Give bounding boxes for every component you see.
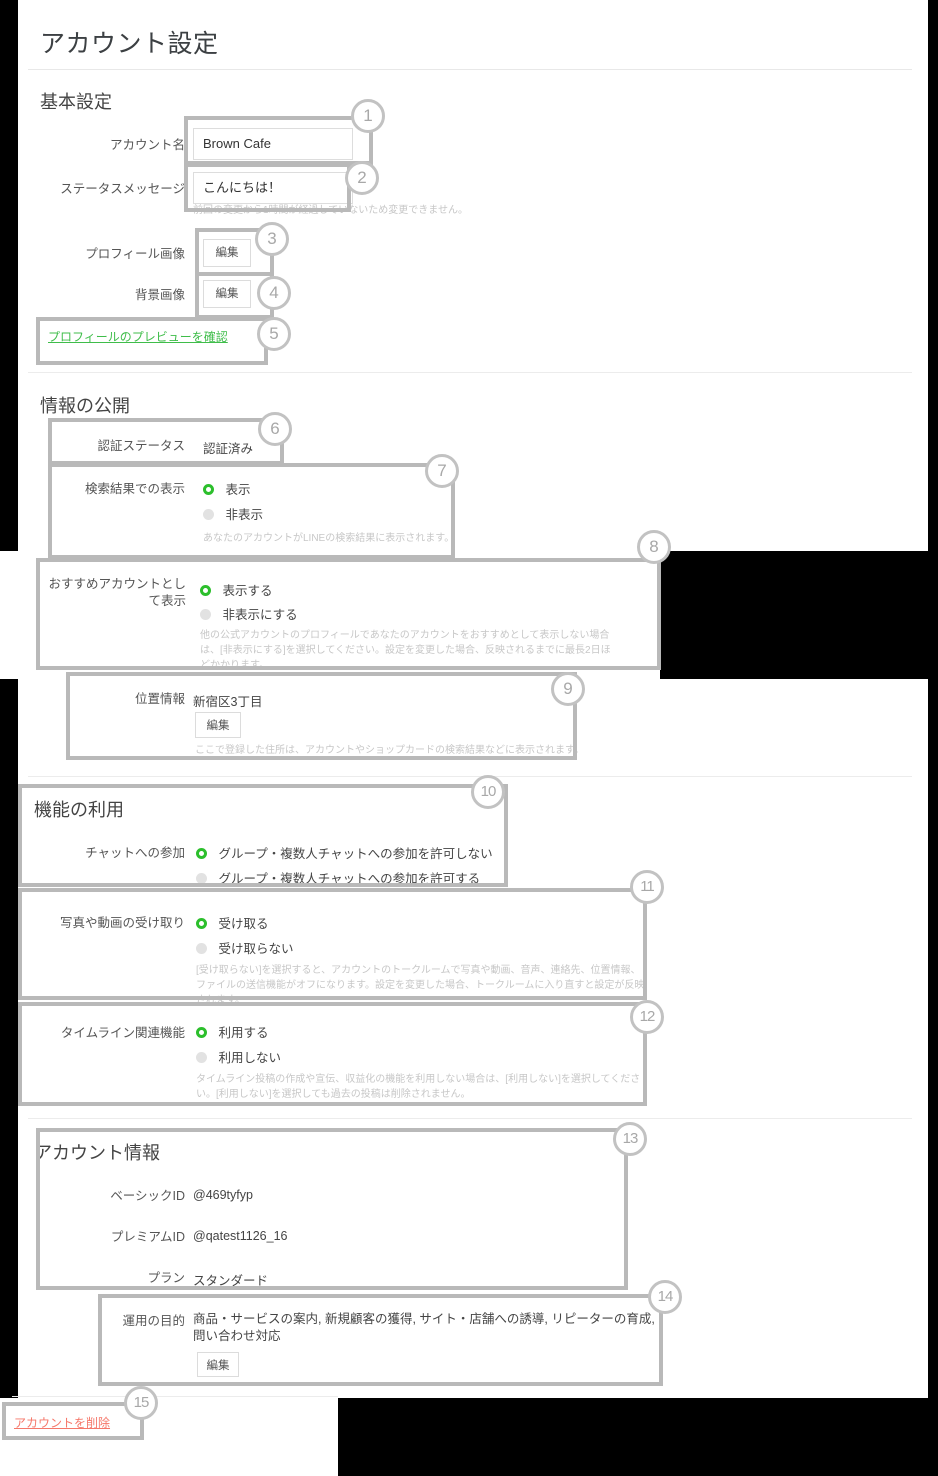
radio-label: グループ・複数人チャットへの参加を許可する [218,872,481,886]
recommended-option-hide[interactable]: 非表示にする [200,604,298,624]
radio-selected-icon [196,848,207,859]
location-edit-button[interactable]: 編集 [195,712,241,738]
label-background-image: 背景画像 [134,288,185,302]
timeline-option-disable[interactable]: 利用しない [196,1047,281,1067]
purpose-edit-button[interactable]: 編集 [197,1352,239,1377]
radio-label: 利用する [218,1026,269,1040]
basic-id-value: @469tyfyp [193,1188,253,1202]
chat-join-option-allow[interactable]: グループ・複数人チャットへの参加を許可する [196,868,480,888]
search-display-option-show[interactable]: 表示 [203,479,250,499]
section-divider-features [28,1118,912,1119]
search-display-option-hide[interactable]: 非表示 [203,504,263,524]
label-plan: プラン [147,1271,185,1285]
search-display-note: あなたのアカウントがLINEの検索結果に表示されます。 [203,533,455,544]
chat-join-option-deny[interactable]: グループ・複数人チャットへの参加を許可しない [196,843,493,863]
radio-label: 利用しない [218,1051,281,1065]
label-profile-image: プロフィール画像 [85,247,185,261]
label-premium-id: プレミアムID [110,1230,185,1244]
label-chat-join: チャットへの参加 [85,846,185,860]
radio-label: 表示 [225,483,251,497]
radio-label: 受け取る [218,917,269,931]
radio-label: 表示する [222,584,273,598]
section-divider-disclosure [28,776,912,777]
radio-label: グループ・複数人チャットへの参加を許可しない [218,847,493,861]
timeline-note: タイムライン投稿の作成や宣伝、収益化の機能を利用しない場合は、[利用しない]を選… [196,1074,641,1100]
label-status-message: ステータスメッセージ [60,182,185,196]
verification-status-value: 認証済み [203,442,254,456]
background-image-edit-button[interactable]: 編集 [203,280,251,308]
media-receive-option-accept[interactable]: 受け取る [196,913,268,933]
label-timeline: タイムライン関連機能 [60,1026,185,1040]
radio-selected-icon [196,918,207,929]
location-note: ここで登録した住所は、アカウントやショップカードの検索結果などに表示されます。 [195,745,584,756]
radio-unselected-icon [196,943,207,954]
label-location: 位置情報 [134,692,185,706]
media-receive-option-decline[interactable]: 受け取らない [196,938,293,958]
status-message-input[interactable]: こんにちは！ [193,172,353,204]
radio-label: 受け取らない [218,942,294,956]
section-heading-features: 機能の利用 [34,800,124,820]
title-divider [28,69,912,70]
plan-value: スタンダード [193,1274,269,1288]
section-heading-disclosure: 情報の公開 [40,396,130,416]
section-divider-basic [28,372,912,373]
section-heading-basic: 基本設定 [40,92,112,112]
media-receive-note: [受け取らない]を選択すると、アカウントのトークルームで写真や動画、音声、連絡先… [196,965,645,1006]
label-media-receive: 写真や動画の受け取り [59,916,185,930]
page-title: アカウント設定 [40,30,219,58]
profile-image-edit-button[interactable]: 編集 [203,239,251,267]
label-purpose: 運用の目的 [122,1314,185,1328]
radio-unselected-icon [200,609,211,620]
page-pane-top [18,0,928,551]
label-search-display: 検索結果での表示 [84,482,185,496]
account-name-input[interactable]: Brown Cafe [193,128,353,160]
purpose-value: 商品・サービスの案内, 新規顧客の獲得, サイト・店舗への誘導, リピーターの育… [193,1312,655,1343]
page-pane-bottom [0,1398,338,1476]
radio-selected-icon [203,484,214,495]
location-value: 新宿区3丁目 [193,695,263,709]
timeline-option-enable[interactable]: 利用する [196,1022,268,1042]
label-account-name: アカウント名 [109,138,185,152]
profile-preview-link[interactable]: プロフィールのプレビューを確認 [48,328,228,345]
radio-unselected-icon [196,1052,207,1063]
section-divider-account-info [12,1396,338,1397]
status-message-note: 前回の変更から1時間が経過していないため変更できません。 [193,205,468,216]
radio-selected-icon [196,1027,207,1038]
delete-account-link[interactable]: アカウントを削除 [14,1414,110,1431]
label-verification-status: 認証ステータス [97,439,185,453]
radio-selected-icon [200,585,211,596]
recommended-option-show[interactable]: 表示する [200,580,272,600]
section-heading-account-info: アカウント情報 [34,1143,160,1163]
radio-label: 非表示にする [222,608,298,622]
premium-id-value: @qatest1126_16 [193,1229,288,1243]
label-recommended-account: おすすめアカウントとして表示 [48,577,186,608]
recommended-note: 他の公式アカウントのプロフィールであなたのアカウントをおすすめとして表示しない場… [200,630,611,671]
radio-unselected-icon [196,873,207,884]
radio-unselected-icon [203,509,214,520]
label-basic-id: ベーシックID [110,1189,185,1203]
screenshot-root: アカウント設定 基本設定 アカウント名 Brown Cafe ステータスメッセー… [0,0,938,1476]
radio-label: 非表示 [225,508,263,522]
